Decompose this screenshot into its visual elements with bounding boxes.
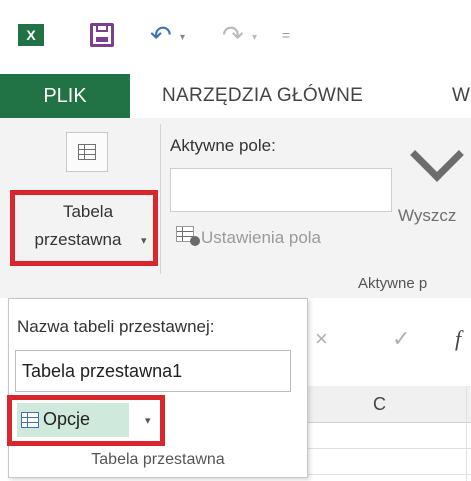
- insert-function-icon[interactable]: f: [455, 326, 461, 352]
- grid-row-line: [298, 448, 471, 449]
- redo-dropdown-icon[interactable]: ▾: [252, 32, 257, 43]
- pivot-table-large-icon[interactable]: [66, 132, 108, 172]
- drill-down-button-partial[interactable]: Wyszcz: [398, 206, 456, 226]
- column-c-label: C: [373, 394, 386, 414]
- column-header-c[interactable]: C: [298, 386, 471, 423]
- undo-icon[interactable]: ↶: [150, 22, 172, 48]
- active-field-label: Aktywne pole:: [170, 136, 276, 155]
- excel-logo-icon: X: [18, 24, 44, 46]
- ribbon-panel: Tabela przestawna ▾ Aktywne pole: Ustawi…: [0, 118, 471, 299]
- table-grid-icon: [78, 144, 96, 160]
- customize-qat-icon[interactable]: =: [282, 27, 290, 43]
- info-icon: [190, 236, 200, 246]
- pivot-table-name-label: Nazwa tabeli przestawnej:: [17, 317, 215, 336]
- tab-file[interactable]: PLIK: [0, 74, 130, 118]
- save-icon[interactable]: [90, 23, 114, 47]
- tab-insert-partial[interactable]: W: [452, 74, 470, 118]
- quick-access-toolbar: X ↶ ▾ ↷ ▾ =: [0, 0, 471, 74]
- pivot-table-button[interactable]: [10, 190, 158, 266]
- field-settings-button[interactable]: Ustawienia pola: [201, 228, 321, 248]
- drill-down-arrow-icon: [410, 128, 464, 182]
- group-separator: [160, 124, 161, 274]
- enter-entry-icon[interactable]: ✓: [392, 326, 410, 352]
- grid-col-line: [466, 386, 467, 481]
- redo-icon[interactable]: ↷: [222, 22, 244, 48]
- pivot-table-name-input[interactable]: Tabela przestawna1: [15, 350, 291, 392]
- tab-home[interactable]: NARZĘDZIA GŁÓWNE: [162, 74, 363, 118]
- pivot-table-dropdown-panel: Nazwa tabeli przestawnej: Tabela przesta…: [7, 298, 308, 478]
- ribbon-tab-bar: PLIK NARZĘDZIA GŁÓWNE W: [0, 74, 471, 119]
- active-field-group-label: Aktywne p: [358, 275, 428, 292]
- cancel-entry-icon[interactable]: ×: [315, 326, 328, 352]
- options-button[interactable]: [7, 395, 165, 446]
- pivot-table-group-label: Tabela przestawna: [91, 451, 225, 468]
- undo-dropdown-icon[interactable]: ▾: [180, 32, 185, 43]
- active-field-input[interactable]: [170, 168, 392, 212]
- grid-row-line: [298, 474, 471, 475]
